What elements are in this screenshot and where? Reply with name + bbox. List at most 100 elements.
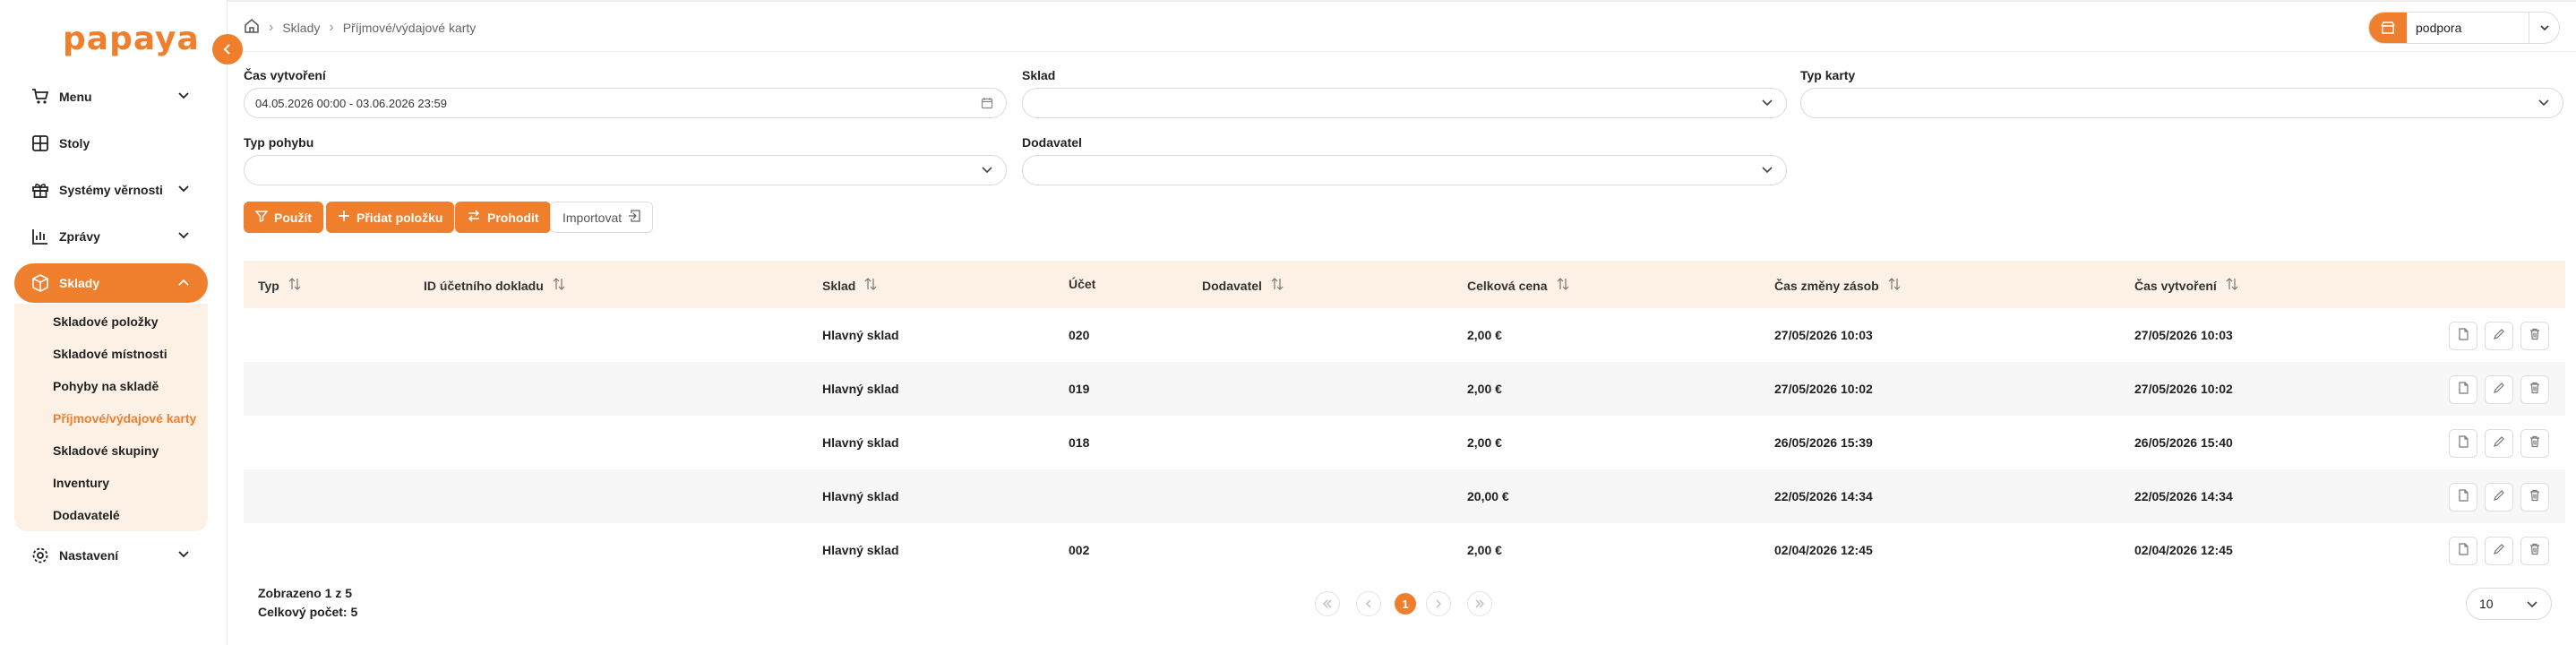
swap-button-label: Prohodit [487,210,539,225]
delete-button[interactable] [2520,537,2549,565]
sidebar-item-loyalty[interactable]: Systémy věrnosti [14,170,208,210]
column-header-total-price[interactable]: Celková cena [1467,277,1569,294]
chevron-right-icon: › [329,19,334,35]
created-date-range-input[interactable]: 04.05.2026 00:00 - 03.06.2026 23:59 [244,88,1007,118]
pdf-button[interactable] [2449,429,2477,458]
table-row[interactable]: Hlavný sklad 018 2,00 € 26/05/2026 15:39 26/… [244,416,2565,469]
column-header-type[interactable]: Typ [258,277,301,294]
sidebar-item-label: Sklady [59,276,100,290]
sidebar-item-label: Stoly [59,136,90,150]
last-page-button[interactable] [1467,591,1492,616]
cell-warehouse: Hlavný sklad [822,543,899,557]
store-user-select[interactable]: podpora [2368,12,2560,44]
shown-count: Zobrazeno 1 z 5 [258,586,353,600]
edit-button[interactable] [2485,429,2513,458]
edit-icon [2493,489,2505,505]
pdf-button[interactable] [2449,537,2477,565]
edit-button[interactable] [2485,322,2513,350]
delete-button[interactable] [2520,429,2549,458]
warehouse-select[interactable] [1022,88,1787,118]
sidebar-item-label: Systémy věrnosti [59,183,163,197]
sort-icon [2226,277,2238,294]
page-button-current[interactable]: 1 [1395,593,1416,615]
chevron-right-icon: › [269,19,274,35]
submenu-item-stock-cards[interactable]: Příjmové/výdajové karty [53,411,196,426]
pdf-icon [2457,435,2469,452]
add-item-button[interactable]: Přidat položku [326,202,455,233]
submenu-item-stock-items[interactable]: Skladové položky [53,314,158,329]
breadcrumb-sklady[interactable]: Sklady [282,21,320,35]
column-label: Celková cena [1467,278,1548,293]
sidebar-item-label: Zprávy [59,229,100,244]
swap-button[interactable]: Prohodit [455,202,551,233]
table-row[interactable]: Hlavný sklad 002 2,00 € 02/04/2026 12:45 02/… [244,523,2565,577]
edit-button[interactable] [2485,483,2513,512]
topbar: › Sklady › Příjmové/výdajové karty podpo… [228,0,2576,52]
apply-button[interactable]: Použít [244,202,323,233]
submenu-item-stock-groups[interactable]: Skladové skupiny [53,443,159,458]
created-label: Čas vytvoření [244,68,326,82]
cell-account: 020 [1069,328,1090,342]
column-header-supplier[interactable]: Dodavatel [1202,277,1284,294]
page-size-value: 10 [2479,597,2494,611]
pdf-button[interactable] [2449,322,2477,350]
cell-created-time: 02/04/2026 12:45 [2134,543,2233,557]
submenu-item-inventories[interactable]: Inventury [53,476,109,490]
collapse-sidebar-button[interactable] [212,34,243,64]
movement-type-select[interactable] [244,155,1007,185]
pdf-button[interactable] [2449,375,2477,404]
total-count: Celkový počet: 5 [258,605,358,619]
delete-button[interactable] [2520,483,2549,512]
sidebar-item-stoly[interactable]: Stoly [14,124,208,163]
sidebar-item-sklady[interactable]: Sklady [14,263,208,303]
table-row[interactable]: Hlavný sklad 019 2,00 € 27/05/2026 10:02 27/… [244,362,2565,416]
box-icon [30,273,50,293]
column-header-warehouse[interactable]: Sklad [822,277,877,294]
cell-created-time: 26/05/2026 15:40 [2134,435,2233,450]
cell-account: 019 [1069,382,1090,396]
submenu-item-suppliers[interactable]: Dodavatelé [53,508,120,522]
sidebar-item-reports[interactable]: Zprávy [14,217,208,256]
card-type-select[interactable] [1800,88,2563,118]
first-page-button[interactable] [1315,591,1340,616]
filter-icon [254,210,269,225]
submenu-item-stock-rooms[interactable]: Skladové místnosti [53,347,167,361]
import-button[interactable]: Importovat [550,202,654,233]
column-header-document-id[interactable]: ID účetního dokladu [424,277,565,294]
table-row[interactable]: Hlavný sklad 020 2,00 € 27/05/2026 10:03 27/… [244,308,2565,362]
delete-button[interactable] [2520,322,2549,350]
grid-icon [30,133,50,153]
gear-icon [30,546,50,565]
cell-total-price: 2,00 € [1467,382,1502,396]
edit-icon [2493,543,2505,559]
logo[interactable]: papaya [63,16,200,61]
cell-created-time: 27/05/2026 10:02 [2134,382,2233,396]
column-header-created-time[interactable]: Čas vytvoření [2134,277,2238,294]
import-button-label: Importovat [562,210,623,225]
card-type-label: Typ karty [1800,68,1856,82]
edit-button[interactable] [2485,537,2513,565]
cell-warehouse: Hlavný sklad [822,489,899,503]
cell-account: 018 [1069,435,1090,450]
double-chevron-left-icon [1323,599,1332,608]
prev-page-button[interactable] [1356,591,1381,616]
column-header-stock-change-time[interactable]: Čas změny zásob [1774,277,1901,294]
chevron-down-icon [981,164,993,179]
sidebar-item-menu[interactable]: Menu [14,77,208,116]
cell-total-price: 2,00 € [1467,543,1502,557]
column-label: Účet [1069,277,1096,291]
home-icon[interactable] [244,18,260,37]
chevron-down-icon [1761,164,1773,179]
page-size-select[interactable]: 10 [2466,588,2552,620]
cell-warehouse: Hlavný sklad [822,435,899,450]
double-chevron-right-icon [1475,599,1484,608]
sidebar-item-settings[interactable]: Nastavení [14,536,208,575]
pdf-button[interactable] [2449,483,2477,512]
supplier-select[interactable] [1022,155,1787,185]
table-row[interactable]: Hlavný sklad 20,00 € 22/05/2026 14:34 22/05… [244,469,2565,523]
delete-button[interactable] [2520,375,2549,404]
chevron-down-icon [177,229,190,245]
submenu-item-stock-movements[interactable]: Pohyby na skladě [53,379,159,393]
next-page-button[interactable] [1426,591,1451,616]
edit-button[interactable] [2485,375,2513,404]
